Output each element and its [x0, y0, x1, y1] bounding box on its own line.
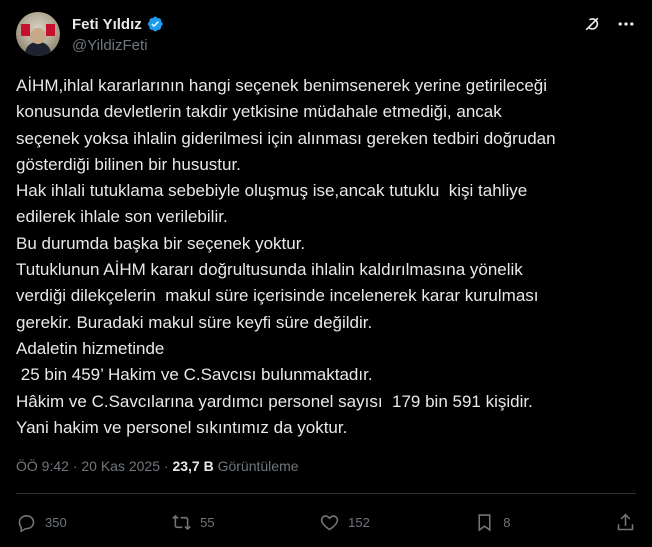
reply-icon [18, 514, 35, 533]
like-count: 152 [348, 514, 370, 530]
like-button[interactable]: 152 [319, 512, 370, 533]
tweet: Feti Yıldız @YildizFeti AİHM,ihlal karar… [0, 0, 652, 547]
meta-separator: · [163, 458, 169, 474]
views-count: 23,7 B [172, 458, 214, 474]
author-display-name[interactable]: Feti Yıldız [72, 16, 142, 33]
post-time[interactable]: ÖÖ 9:42 [16, 458, 69, 474]
verified-badge-icon[interactable] [146, 15, 164, 33]
more-icon[interactable] [616, 14, 636, 34]
name-row: Feti Yıldız [72, 14, 164, 34]
views-label: Görüntüleme [217, 458, 299, 474]
avatar[interactable] [16, 12, 60, 56]
share-button[interactable] [615, 512, 636, 533]
share-icon [617, 513, 634, 530]
divider [16, 493, 636, 494]
post-date[interactable]: 20 Kas 2025 [81, 458, 160, 474]
grok-icon[interactable] [582, 14, 602, 34]
repost-count: 55 [200, 514, 215, 530]
heart-icon [320, 514, 339, 530]
tweet-meta: ÖÖ 9:42 · 20 Kas 2025 · 23,7 B Görüntüle… [16, 458, 299, 474]
avatar-face [30, 28, 46, 44]
repost-button[interactable]: 55 [171, 512, 215, 533]
bookmark-button[interactable]: 8 [474, 512, 511, 533]
avatar-flag-right [46, 24, 55, 36]
author-block: Feti Yıldız @YildizFeti [72, 14, 164, 54]
avatar-flag-left [21, 24, 30, 36]
meta-separator: · [72, 458, 78, 474]
reply-count: 350 [45, 514, 67, 530]
top-actions [582, 14, 636, 34]
reply-button[interactable]: 350 [16, 512, 67, 533]
tweet-header: Feti Yıldız @YildizFeti [16, 12, 636, 60]
tweet-text: AİHM,ihlal kararlarının hangi seçenek be… [16, 76, 556, 437]
author-handle[interactable]: @YildizFeti [72, 37, 164, 54]
avatar-suit [25, 42, 51, 56]
bookmark-count: 8 [503, 514, 511, 530]
engagement-bar: 350 55 152 8 [16, 508, 636, 536]
repost-icon [172, 514, 191, 530]
bookmark-icon [478, 513, 491, 531]
